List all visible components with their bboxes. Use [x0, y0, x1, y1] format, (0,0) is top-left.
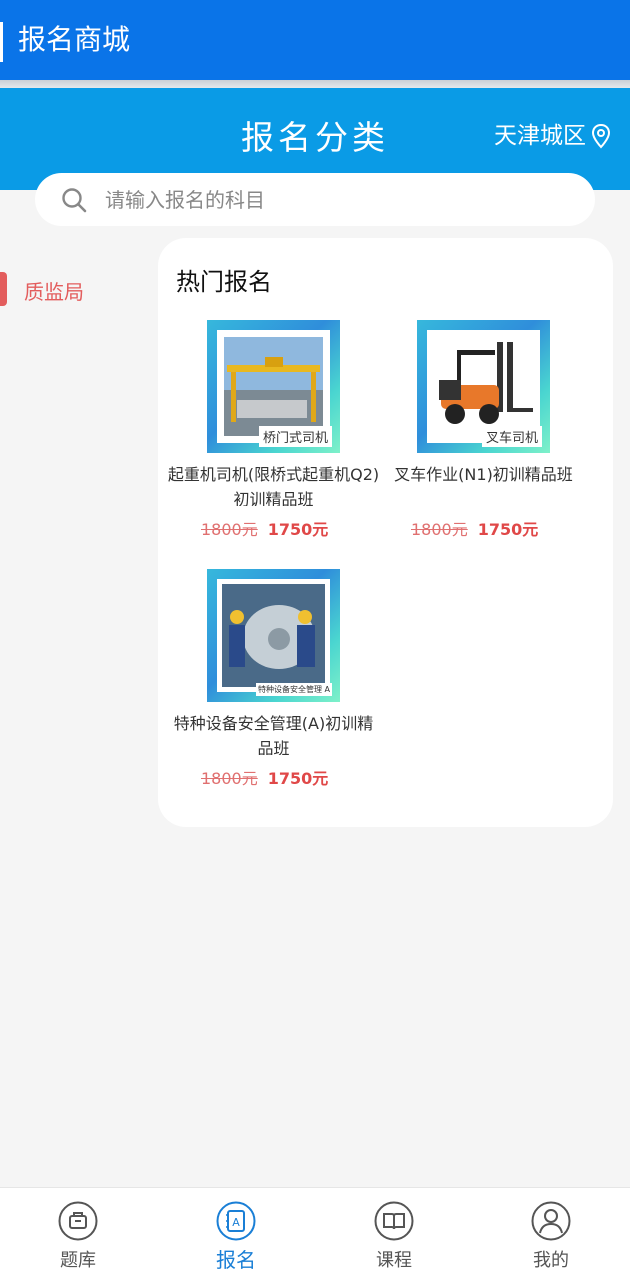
tab-question-bank[interactable]: 题库: [15, 1188, 141, 1280]
product-name: 特种设备安全管理(A)初训精品班: [173, 714, 374, 755]
price-row: 1800元 1750元: [201, 765, 328, 789]
search-input[interactable]: [105, 187, 545, 212]
sale-price: 1750元: [477, 520, 539, 539]
app-bar: 报名商城: [0, 0, 630, 80]
location-selector[interactable]: 天津城区: [494, 120, 612, 152]
bottom-tab-bar: 题库 A 报名 课程 我的: [0, 1187, 630, 1280]
svg-text:A: A: [232, 1216, 240, 1229]
search-bar[interactable]: [35, 173, 595, 226]
product-name: 叉车作业(N1)初训精品班: [394, 465, 573, 484]
category-label: 质监局: [24, 280, 84, 304]
enroll-icon: A: [216, 1201, 256, 1241]
product-thumbnail[interactable]: 桥门式司机: [207, 320, 340, 453]
tab-label: 课程: [376, 1250, 412, 1271]
tab-label: 题库: [60, 1250, 96, 1271]
product-thumbnail[interactable]: 叉车司机: [417, 320, 550, 453]
user-icon: [531, 1201, 571, 1241]
category-active-indicator: [0, 272, 7, 306]
tab-mine[interactable]: 我的: [488, 1188, 614, 1280]
original-price: 1800元: [201, 769, 258, 788]
app-bar-shadow: [0, 80, 630, 88]
price-row: 1800元 1750元: [411, 516, 538, 540]
product-thumbnail[interactable]: 特种设备安全管理 A: [207, 569, 340, 702]
workers-image: [217, 579, 330, 692]
product-name: 起重机司机(限桥式起重机Q2)初训精品班: [167, 465, 380, 506]
app-bar-edge: [0, 22, 3, 62]
sale-price: 1750元: [267, 520, 329, 539]
hot-enroll-card: 热门报名 桥门式司机 起重机司机(限桥式起重机Q2)初训精品班 1800元 175…: [158, 238, 613, 827]
app-title: 报名商城: [18, 23, 131, 56]
location-pin-icon: [591, 123, 611, 149]
thumbnail-caption: 特种设备安全管理 A: [255, 683, 332, 696]
location-label: 天津城区: [494, 123, 586, 149]
search-icon: [62, 187, 87, 212]
original-price: 1800元: [201, 520, 258, 539]
sale-price: 1750元: [267, 769, 329, 788]
original-price: 1800元: [411, 520, 468, 539]
thumbnail-caption: 桥门式司机: [258, 426, 332, 447]
question-bank-icon: [58, 1201, 98, 1241]
book-icon: [374, 1201, 414, 1241]
tab-label: 我的: [533, 1250, 569, 1271]
tab-enroll[interactable]: A 报名: [173, 1188, 299, 1280]
tab-label: 报名: [216, 1248, 256, 1272]
price-row: 1800元 1750元: [201, 516, 328, 540]
section-title: 热门报名: [176, 268, 272, 296]
category-item-quality-bureau[interactable]: 质监局: [0, 268, 150, 312]
thumbnail-caption: 叉车司机: [481, 426, 542, 447]
tab-courses[interactable]: 课程: [331, 1188, 457, 1280]
